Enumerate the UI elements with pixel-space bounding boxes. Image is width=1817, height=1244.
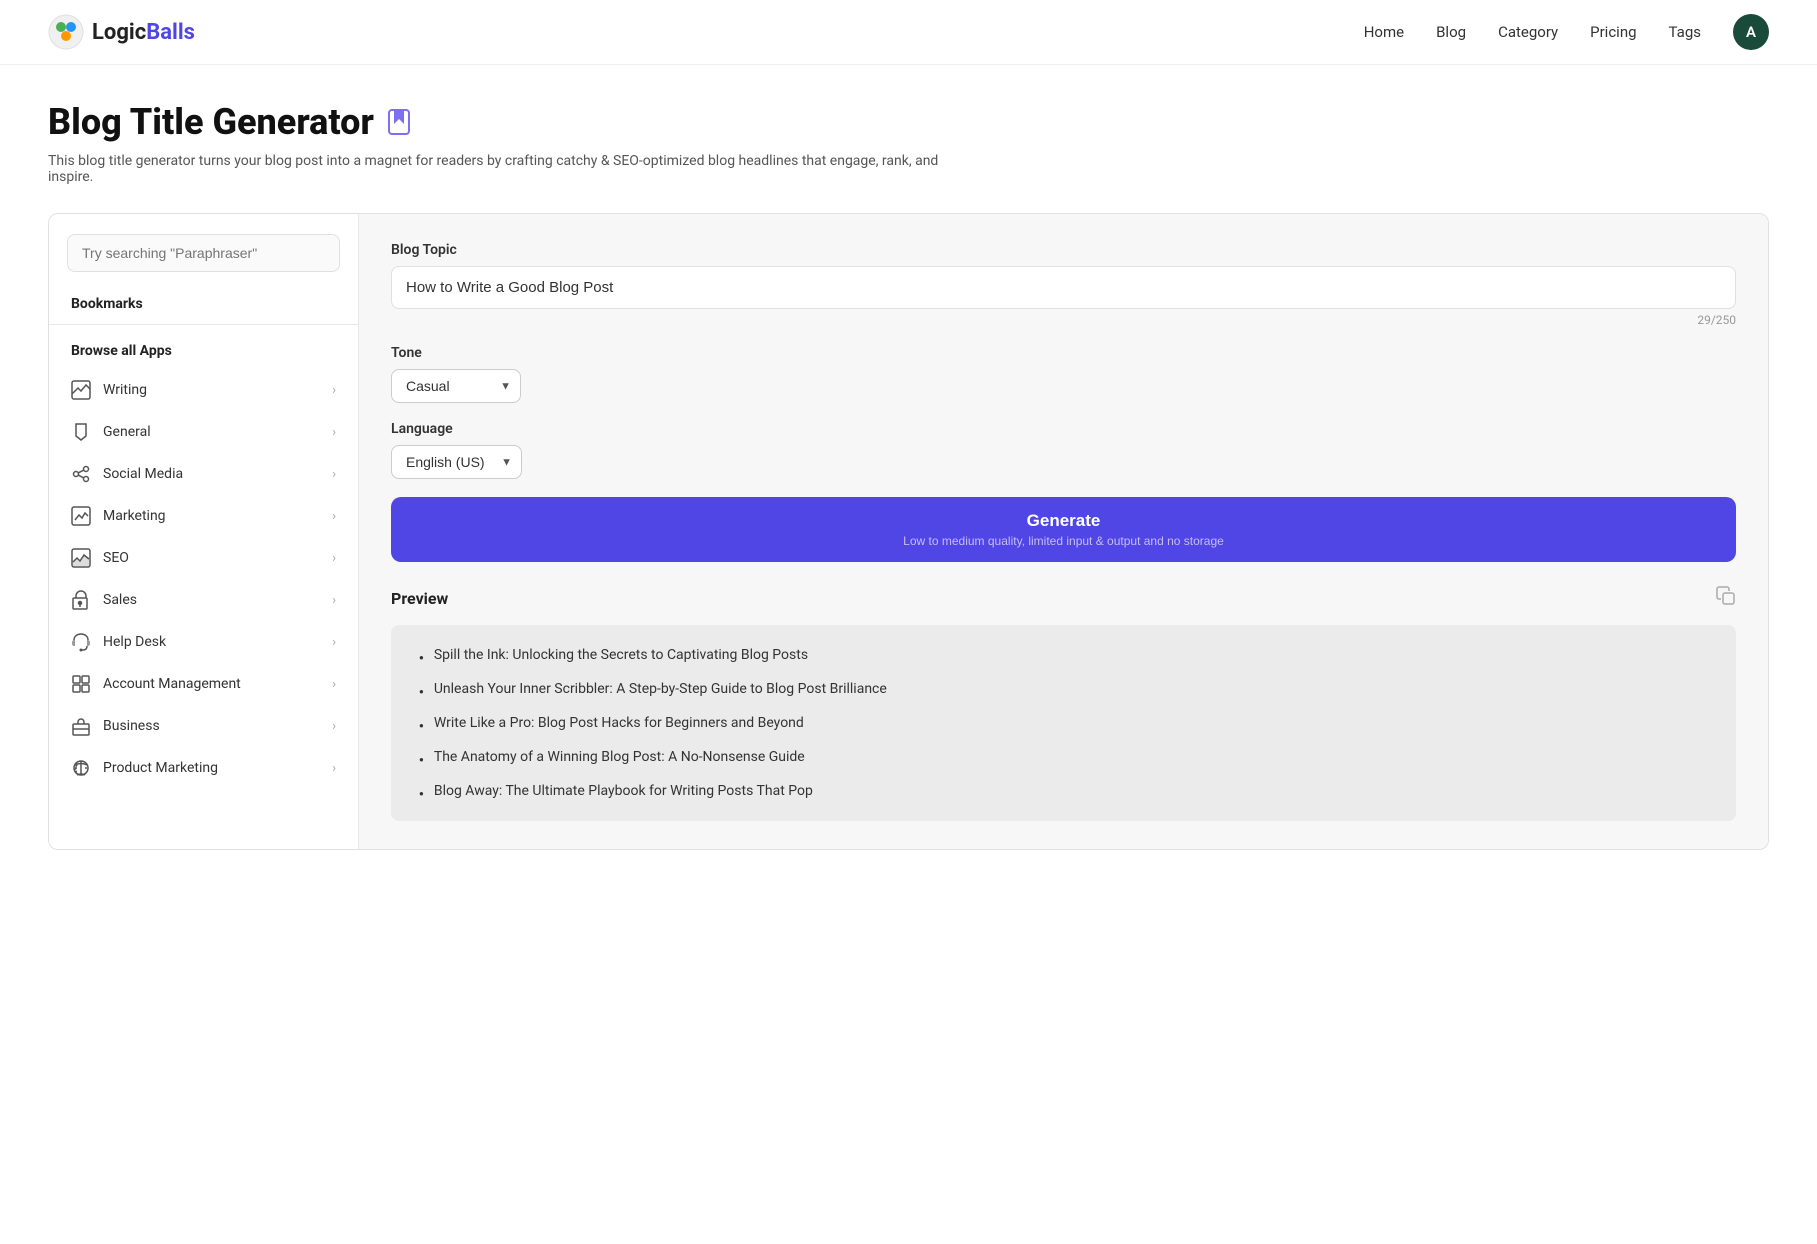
bullet-5: ● [419,789,424,798]
nav-home[interactable]: Home [1364,23,1404,41]
tone-field: Tone Casual Formal Professional ▼ [391,345,1736,403]
nav-links: Home Blog Category Pricing Tags A [1364,14,1769,50]
sidebar-item-business-label: Business [103,718,160,734]
sidebar-item-writing-label: Writing [103,382,147,398]
product-marketing-icon [71,758,91,778]
search-input[interactable] [67,234,340,272]
blog-topic-input[interactable] [391,266,1736,309]
sidebar-list: Writing › General › [49,369,358,789]
navbar: LogicBalls Home Blog Category Pricing Ta… [0,0,1817,65]
blog-topic-field: Blog Topic 29/250 [391,242,1736,327]
language-select-wrap: English (US) English (UK) Spanish ▼ [391,445,522,479]
chevron-right-icon: › [332,551,336,566]
sidebar-item-seo[interactable]: SEO › [49,537,358,579]
sidebar-item-helpdesk-label: Help Desk [103,634,166,650]
sales-icon [71,590,91,610]
sidebar-item-writing[interactable]: Writing › [49,369,358,411]
tone-label: Tone [391,345,1736,361]
sidebar-item-sales[interactable]: Sales › [49,579,358,621]
char-count: 29/250 [391,313,1736,327]
preview-item-4: ● The Anatomy of a Winning Blog Post: A … [419,749,1708,765]
right-panel: Blog Topic 29/250 Tone Casual Formal Pro… [359,214,1768,849]
preview-text-1: Spill the Ink: Unlocking the Secrets to … [434,647,808,663]
chevron-right-icon: › [332,467,336,482]
preview-box: ● Spill the Ink: Unlocking the Secrets t… [391,625,1736,821]
chevron-right-icon: › [332,383,336,398]
preview-item-2: ● Unleash Your Inner Scribbler: A Step-b… [419,681,1708,697]
tone-select[interactable]: Casual Formal Professional [391,369,521,403]
logo-text: LogicBalls [92,20,195,45]
preview-text-2: Unleash Your Inner Scribbler: A Step-by-… [434,681,887,697]
sidebar-item-marketing-label: Marketing [103,508,166,524]
copy-icon[interactable] [1716,586,1736,611]
sidebar-item-account-management[interactable]: Account Management › [49,663,358,705]
preview-item-3: ● Write Like a Pro: Blog Post Hacks for … [419,715,1708,731]
preview-text-3: Write Like a Pro: Blog Post Hacks for Be… [434,715,804,731]
chevron-right-icon: › [332,593,336,608]
sidebar-item-left: Writing [71,380,147,400]
preview-item-1: ● Spill the Ink: Unlocking the Secrets t… [419,647,1708,663]
bullet-3: ● [419,721,424,730]
seo-icon [71,548,91,568]
sidebar-item-product-marketing-label: Product Marketing [103,760,218,776]
sidebar-item-seo-label: SEO [103,550,129,566]
bullet-4: ● [419,755,424,764]
search-wrap [49,234,358,288]
helpdesk-icon [71,632,91,652]
preview-text-4: The Anatomy of a Winning Blog Post: A No… [434,749,805,765]
page-title: Blog Title Generator [48,101,374,143]
bullet-1: ● [419,653,424,662]
chevron-right-icon: › [332,677,336,692]
sidebar-item-business[interactable]: Business › [49,705,358,747]
nav-blog[interactable]: Blog [1436,23,1466,41]
main-content: Blog Title Generator This blog title gen… [0,65,1817,886]
sidebar-item-marketing[interactable]: Marketing › [49,495,358,537]
chevron-right-icon: › [332,425,336,440]
language-field: Language English (US) English (UK) Spani… [391,421,1736,479]
generate-btn-sub: Low to medium quality, limited input & o… [405,534,1722,548]
nav-pricing[interactable]: Pricing [1590,23,1636,41]
language-select[interactable]: English (US) English (UK) Spanish [391,445,522,479]
user-avatar[interactable]: A [1733,14,1769,50]
chevron-right-icon: › [332,635,336,650]
two-column-layout: Bookmarks Browse all Apps Writing › [48,213,1769,850]
business-icon [71,716,91,736]
language-label: Language [391,421,1736,437]
chevron-right-icon: › [332,719,336,734]
blog-topic-label: Blog Topic [391,242,1736,258]
bullet-2: ● [419,687,424,696]
sidebar-item-general-label: General [103,424,151,440]
chevron-right-icon: › [332,761,336,776]
preview-text-5: Blog Away: The Ultimate Playbook for Wri… [434,783,813,799]
logo-icon [48,14,84,50]
title-row: Blog Title Generator [48,101,1769,143]
preview-header: Preview [391,586,1736,611]
sidebar-item-account-label: Account Management [103,676,241,692]
sidebar-item-sales-label: Sales [103,592,137,608]
writing-icon [71,380,91,400]
general-icon [71,422,91,442]
account-management-icon [71,674,91,694]
sidebar-item-helpdesk[interactable]: Help Desk › [49,621,358,663]
left-panel: Bookmarks Browse all Apps Writing › [49,214,359,849]
generate-button[interactable]: Generate Low to medium quality, limited … [391,497,1736,562]
nav-tags[interactable]: Tags [1669,23,1701,41]
sidebar-item-product-marketing[interactable]: Product Marketing › [49,747,358,789]
logo[interactable]: LogicBalls [48,14,195,50]
sidebar-item-social-media[interactable]: Social Media › [49,453,358,495]
preview-item-5: ● Blog Away: The Ultimate Playbook for W… [419,783,1708,799]
preview-label: Preview [391,589,448,608]
social-media-icon [71,464,91,484]
page-description: This blog title generator turns your blo… [48,153,948,185]
browse-label: Browse all Apps [49,325,358,369]
marketing-icon [71,506,91,526]
sidebar-item-social-label: Social Media [103,466,183,482]
chevron-right-icon: › [332,509,336,524]
bookmarks-label: Bookmarks [49,288,358,325]
bookmark-icon[interactable] [386,109,412,135]
nav-category[interactable]: Category [1498,23,1558,41]
tone-select-wrap: Casual Formal Professional ▼ [391,369,521,403]
generate-btn-title: Generate [405,511,1722,531]
sidebar-item-general[interactable]: General › [49,411,358,453]
